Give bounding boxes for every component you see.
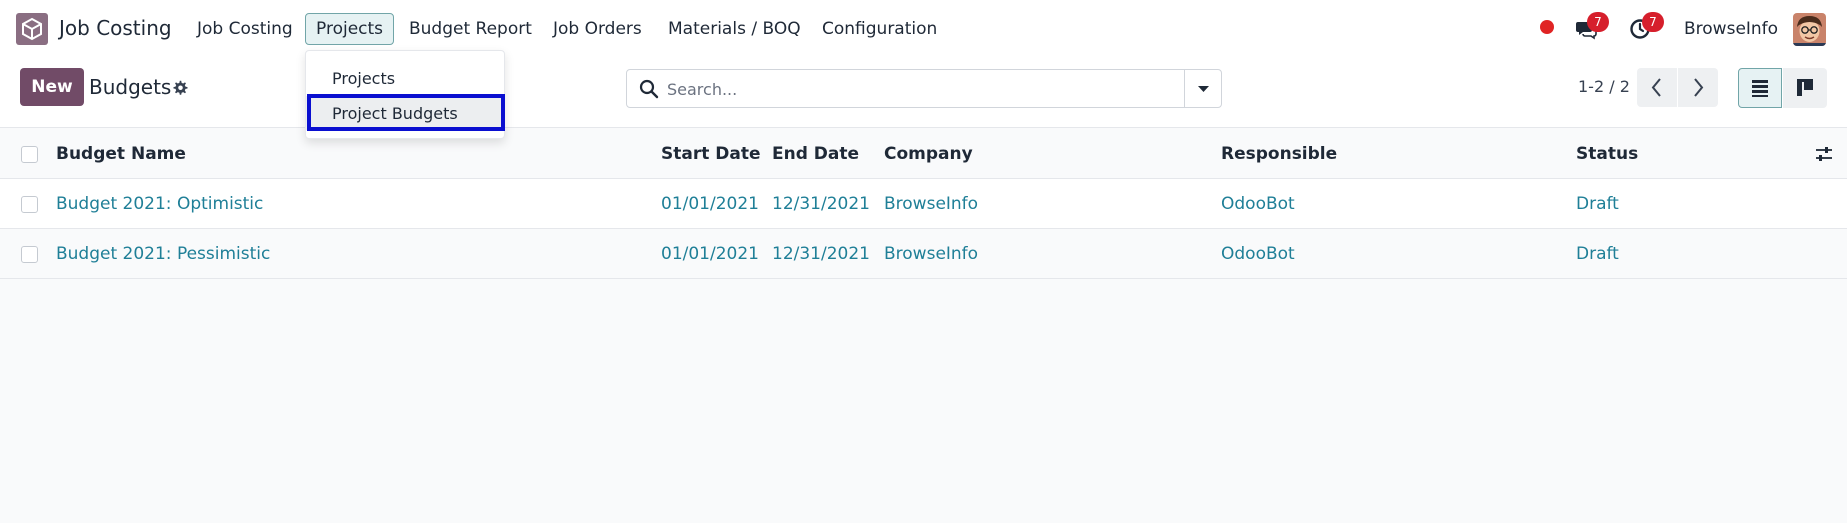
company-cell[interactable]: BrowseInfo xyxy=(884,194,978,214)
row-checkbox[interactable] xyxy=(21,196,38,213)
end-date-cell[interactable]: 12/31/2021 xyxy=(772,244,870,264)
column-header-budget-name[interactable]: Budget Name xyxy=(56,144,186,164)
column-header-start-date[interactable]: Start Date xyxy=(661,144,761,164)
list-view-icon xyxy=(1752,80,1768,97)
company-cell[interactable]: BrowseInfo xyxy=(884,244,978,264)
chevron-left-icon xyxy=(1651,78,1661,97)
budget-name-cell[interactable]: Budget 2021: Optimistic xyxy=(56,194,263,214)
column-header-responsible[interactable]: Responsible xyxy=(1221,144,1337,164)
search-bar xyxy=(626,69,1222,108)
responsible-cell[interactable]: OdooBot xyxy=(1221,244,1295,264)
pager-previous-button[interactable] xyxy=(1637,68,1677,107)
recording-status-dot[interactable] xyxy=(1540,20,1554,34)
table-row[interactable]: Budget 2021: Optimistic 01/01/2021 12/31… xyxy=(0,179,1847,229)
chevron-right-icon xyxy=(1694,78,1704,97)
dropdown-item-projects[interactable]: Projects xyxy=(306,61,504,95)
messages-count-badge: 7 xyxy=(1587,12,1609,32)
control-panel: New Budgets 1-2 / 2 xyxy=(0,58,1847,128)
column-header-company[interactable]: Company xyxy=(884,144,973,164)
pager-next-button[interactable] xyxy=(1678,68,1718,107)
column-header-status[interactable]: Status xyxy=(1576,144,1638,164)
gear-icon[interactable] xyxy=(172,79,189,96)
pager-value[interactable]: 1-2 / 2 xyxy=(1578,77,1630,96)
top-navbar: Job Costing Job Costing Projects Budget … xyxy=(0,0,1847,58)
status-cell[interactable]: Draft xyxy=(1576,244,1619,264)
user-avatar[interactable] xyxy=(1793,13,1826,46)
menu-job-costing[interactable]: Job Costing xyxy=(197,19,293,39)
column-header-end-date[interactable]: End Date xyxy=(772,144,859,164)
table-header-row: Budget Name Start Date End Date Company … xyxy=(0,129,1847,179)
menu-projects[interactable]: Projects xyxy=(305,13,395,45)
row-checkbox[interactable] xyxy=(21,246,38,263)
app-logo-icon[interactable] xyxy=(16,13,48,45)
user-menu-name[interactable]: BrowseInfo xyxy=(1684,19,1778,39)
responsible-cell[interactable]: OdooBot xyxy=(1221,194,1295,214)
projects-dropdown-menu: Projects Project Budgets xyxy=(305,50,505,139)
menu-budget-report[interactable]: Budget Report xyxy=(409,19,532,39)
budget-name-cell[interactable]: Budget 2021: Pessimistic xyxy=(56,244,270,264)
optional-columns-sliders-icon[interactable] xyxy=(1814,144,1834,164)
table-row[interactable]: Budget 2021: Pessimistic 01/01/2021 12/3… xyxy=(0,229,1847,279)
select-all-checkbox[interactable] xyxy=(21,146,38,163)
end-date-cell[interactable]: 12/31/2021 xyxy=(772,194,870,214)
search-input[interactable] xyxy=(667,76,1167,102)
activities-count-badge: 7 xyxy=(1642,12,1664,32)
dropdown-item-project-budgets[interactable]: Project Budgets xyxy=(306,96,504,130)
page-title[interactable]: Budgets xyxy=(89,75,171,99)
new-button[interactable]: New xyxy=(20,68,84,106)
kanban-view-button[interactable] xyxy=(1783,68,1827,108)
start-date-cell[interactable]: 01/01/2021 xyxy=(661,244,759,264)
app-name[interactable]: Job Costing xyxy=(59,16,172,40)
menu-configuration[interactable]: Configuration xyxy=(822,19,937,39)
search-options-toggle[interactable] xyxy=(1184,70,1221,107)
kanban-view-icon xyxy=(1797,79,1813,96)
start-date-cell[interactable]: 01/01/2021 xyxy=(661,194,759,214)
list-view-button[interactable] xyxy=(1738,68,1782,108)
menu-job-orders[interactable]: Job Orders xyxy=(553,19,642,39)
status-cell[interactable]: Draft xyxy=(1576,194,1619,214)
menu-materials-boq[interactable]: Materials / BOQ xyxy=(668,19,801,39)
search-icon xyxy=(639,79,659,99)
